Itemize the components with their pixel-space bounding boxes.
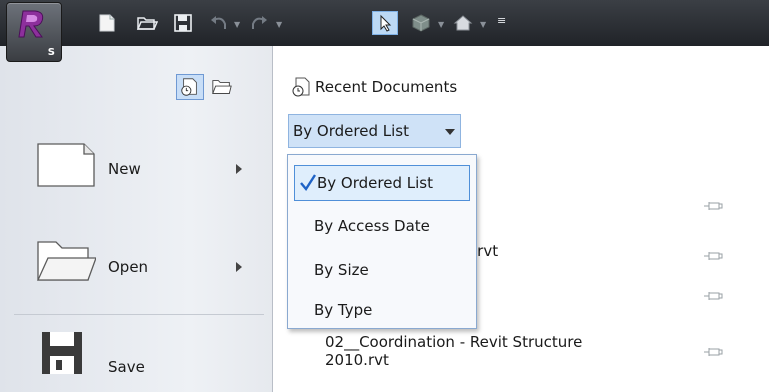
open-folder-icon[interactable] xyxy=(136,12,159,34)
open-label: Open xyxy=(108,258,149,276)
application-menu-button[interactable]: S xyxy=(6,2,62,62)
recent-documents-toggle[interactable] xyxy=(176,74,204,100)
new-submenu-arrow-icon xyxy=(236,164,242,174)
save-disk-icon xyxy=(42,332,82,374)
select-tool-button[interactable] xyxy=(372,11,398,35)
save-menu-item[interactable]: Save xyxy=(0,322,272,392)
quick-access-toolbar: S ▼ ▼ ▼ ▼ ≡ xyxy=(0,0,769,62)
check-icon xyxy=(300,174,317,192)
sort-option-size[interactable]: By Size xyxy=(314,261,369,279)
redo-dropdown-icon[interactable]: ▼ xyxy=(276,20,282,29)
new-doc-icon[interactable] xyxy=(96,12,118,34)
open-documents-toggle[interactable] xyxy=(208,74,236,100)
recent-file-name[interactable]: 02__Coordination - Revit Structure 2010.… xyxy=(325,333,582,369)
app-button-letter: S xyxy=(47,47,55,58)
sort-order-menu: By Ordered List By Access Date By Size B… xyxy=(287,154,477,329)
new-menu-item[interactable]: New xyxy=(0,134,272,204)
3d-view-dropdown-icon[interactable]: ▼ xyxy=(438,20,444,29)
pin-icon[interactable] xyxy=(703,200,723,212)
new-document-icon xyxy=(37,143,95,187)
pin-icon[interactable] xyxy=(703,290,723,302)
recent-documents-icon xyxy=(181,78,197,96)
sort-order-selected: By Ordered List xyxy=(293,122,409,140)
sort-order-dropdown[interactable]: By Ordered List xyxy=(288,114,461,148)
redo-icon[interactable] xyxy=(248,12,270,34)
undo-icon[interactable] xyxy=(208,12,230,34)
open-documents-icon xyxy=(212,80,232,94)
sort-option-ordered-list[interactable]: By Ordered List xyxy=(294,165,470,201)
house-dropdown-icon[interactable]: ▼ xyxy=(480,20,486,29)
chevron-down-icon xyxy=(445,129,455,135)
new-label: New xyxy=(108,160,141,178)
recent-documents-title: Recent Documents xyxy=(315,78,458,96)
3d-view-icon[interactable] xyxy=(410,12,432,34)
menu-separator xyxy=(14,314,264,315)
select-arrow-icon xyxy=(380,14,392,32)
pin-icon[interactable] xyxy=(703,346,723,358)
undo-dropdown-icon[interactable]: ▼ xyxy=(234,20,240,29)
sort-option-type[interactable]: By Type xyxy=(314,301,372,319)
application-menu-left-pane: New Open Save xyxy=(0,46,273,392)
open-folder-icon xyxy=(36,241,96,281)
house-icon[interactable] xyxy=(452,12,474,34)
save-disk-icon[interactable] xyxy=(172,12,194,34)
sort-option-label: By Ordered List xyxy=(317,174,433,192)
sort-option-access-date[interactable]: By Access Date xyxy=(314,217,430,235)
save-label: Save xyxy=(108,358,145,376)
open-menu-item[interactable]: Open xyxy=(0,230,272,300)
revit-logo-icon xyxy=(18,10,44,38)
open-submenu-arrow-icon xyxy=(236,262,242,272)
pin-icon[interactable] xyxy=(703,250,723,262)
recent-documents-pane: Recent Documents By Ordered List By Orde… xyxy=(273,46,769,392)
recent-documents-icon xyxy=(292,77,310,97)
customize-caret-icon[interactable]: ≡ xyxy=(497,14,506,27)
